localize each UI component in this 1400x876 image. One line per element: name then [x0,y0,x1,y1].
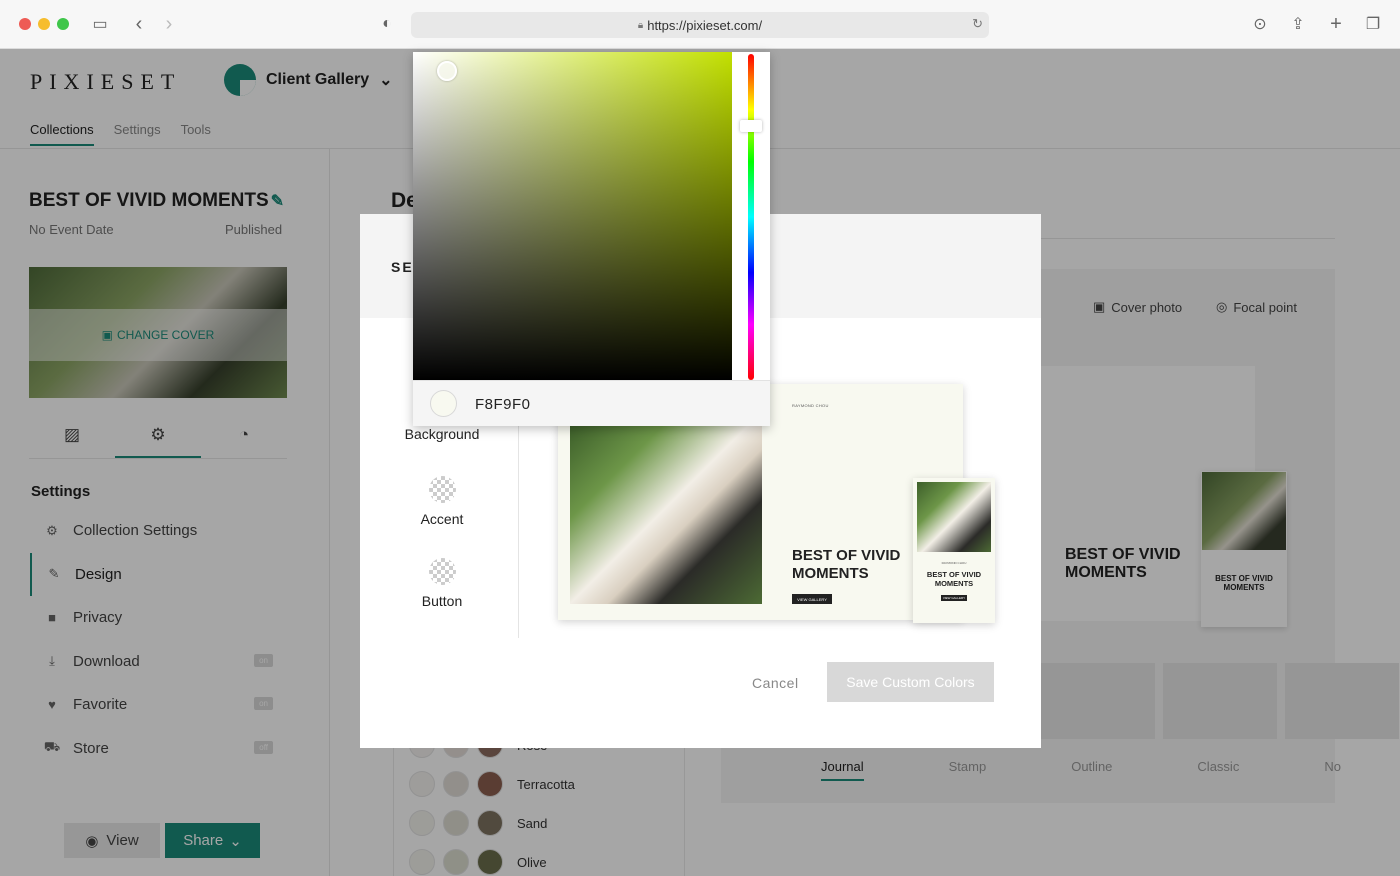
browser-toolbar: ▭ ‹ › ◐ 🔒︎ https://pixieset.com/ ↻ ⊙ ⇪ +… [0,0,1400,49]
hue-slider-handle[interactable] [740,120,762,132]
share-icon[interactable]: ⇪ [1287,13,1309,35]
preview-view-gallery-button: VIEW GALLERY [941,595,967,601]
background-color-label: Background [404,426,480,442]
close-window-button[interactable] [19,18,31,30]
background-color-option[interactable]: Background [390,426,494,442]
maximize-window-button[interactable] [57,18,69,30]
hex-value-input[interactable]: F8F9F0 [475,396,531,413]
saturation-value-area[interactable] [413,52,732,380]
saturation-value-handle[interactable] [437,61,457,81]
button-color-label: Button [421,593,463,609]
new-tab-icon[interactable]: + [1325,13,1347,35]
sidebar-toggle-icon[interactable]: ▭ [89,13,111,35]
preview-title: BEST OF VIVID MOMENTS [926,570,982,588]
mobile-cover-preview: RAYMOND CHOU BEST OF VIVID MOMENTS VIEW … [913,478,995,623]
button-color-option[interactable]: Button [390,558,494,609]
cancel-button[interactable]: Cancel [752,675,799,691]
forward-arrow-icon[interactable]: › [158,13,180,35]
modal-title: SE [391,259,414,275]
accent-swatch[interactable] [428,476,456,503]
button-swatch[interactable] [428,558,456,585]
preview-photo [570,426,762,604]
minimize-window-button[interactable] [38,18,50,30]
color-picker-popover: F8F9F0 [413,52,770,426]
downloads-icon[interactable]: ⊙ [1249,13,1271,35]
lock-icon: 🔒︎ [637,19,644,31]
back-arrow-icon[interactable]: ‹ [128,13,150,35]
preview-brand: RAYMOND CHOU [941,561,967,565]
preview-brand: RAYMOND CHOU [792,403,829,408]
hue-slider[interactable] [748,54,754,380]
preview-view-gallery-button: VIEW GALLERY [792,594,832,604]
picker-footer: F8F9F0 [413,380,770,426]
tab-overview-icon[interactable]: ❐ [1362,13,1384,35]
reload-icon[interactable]: ↻ [972,16,983,32]
privacy-shield-icon[interactable]: ◐ [376,13,398,35]
url-text: https://pixieset.com/ [647,17,763,33]
save-custom-colors-button[interactable]: Save Custom Colors [827,662,994,702]
address-bar[interactable]: 🔒︎ https://pixieset.com/ ↻ [411,12,989,38]
accent-color-option[interactable]: Accent [390,476,494,527]
preview-photo [917,482,991,552]
selected-color-swatch [430,390,457,417]
accent-color-label: Accent [420,511,464,527]
